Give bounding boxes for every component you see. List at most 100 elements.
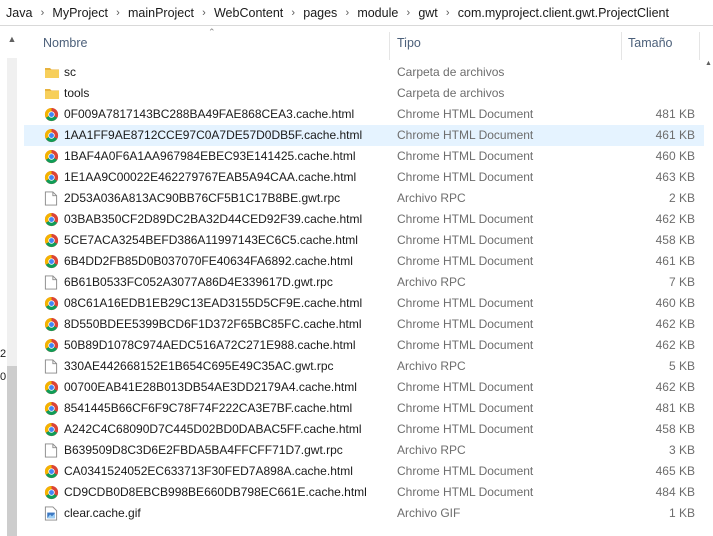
file-row[interactable]: 1E1AA9C00022E462279767EAB5A94CAA.cache.h… xyxy=(24,167,713,188)
file-type: Archivo RPC xyxy=(397,443,466,457)
chevron-right-icon[interactable]: › xyxy=(339,0,355,25)
nav-item-fragment[interactable]: 2 xyxy=(0,348,6,360)
file-name: 1AA1FF9AE8712CCE97C0A7DE57D0DB5F.cache.h… xyxy=(64,128,363,142)
breadcrumb-item[interactable]: MyProject xyxy=(50,6,110,20)
breadcrumb-item[interactable]: module xyxy=(355,6,400,20)
file-row[interactable]: 00700EAB41E28B013DB54AE3DD2179A4.cache.h… xyxy=(24,377,713,398)
vertical-scrollbar[interactable]: ▲ xyxy=(704,26,713,525)
file-type: Chrome HTML Document xyxy=(397,317,534,331)
chevron-right-icon[interactable]: › xyxy=(34,0,50,25)
file-row[interactable]: 2D53A036A813AC90BB76CF5B1C17B8BE.gwt.rpc… xyxy=(24,188,713,209)
file-icon xyxy=(44,443,60,458)
file-size: 460 KB xyxy=(655,296,695,310)
file-size xyxy=(622,62,695,83)
breadcrumb-item[interactable]: gwt xyxy=(416,6,439,20)
file-type: Chrome HTML Document xyxy=(397,338,534,352)
file-name: B639509D8C3D6E2FBDA5BA4FFCFF71D7.gwt.rpc xyxy=(64,443,343,457)
breadcrumb-item[interactable]: pages xyxy=(301,6,339,20)
file-type: Chrome HTML Document xyxy=(397,422,534,436)
file-row[interactable]: 1AA1FF9AE8712CCE97C0A7DE57D0DB5F.cache.h… xyxy=(24,125,713,146)
file-row[interactable]: B639509D8C3D6E2FBDA5BA4FFCFF71D7.gwt.rpc… xyxy=(24,440,713,461)
file-row[interactable]: tools Carpeta de archivos xyxy=(24,83,713,104)
folder-icon xyxy=(44,65,60,80)
column-divider[interactable] xyxy=(699,32,700,60)
file-row[interactable]: 03BAB350CF2D89DC2BA32D44CED92F39.cache.h… xyxy=(24,209,713,230)
column-divider[interactable] xyxy=(621,32,622,60)
chevron-right-icon[interactable]: › xyxy=(196,0,212,25)
chevron-up-icon[interactable]: ▲ xyxy=(6,34,18,44)
file-row[interactable]: CA0341524052EC633713F30FED7A898A.cache.h… xyxy=(24,461,713,482)
breadcrumb-item[interactable]: WebContent xyxy=(212,6,285,20)
chevron-right-icon[interactable]: › xyxy=(285,0,301,25)
file-name: CD9CDB0D8EBCB998BE660DB798EC661E.cache.h… xyxy=(64,485,367,499)
file-row[interactable]: 1BAF4A0F6A1AA967984EBEC93E141425.cache.h… xyxy=(24,146,713,167)
column-header-size[interactable]: Tamaño xyxy=(628,26,672,60)
file-type: Chrome HTML Document xyxy=(397,296,534,310)
chrome-html-icon xyxy=(44,485,60,500)
file-name: 0F009A7817143BC288BA49FAE868CEA3.cache.h… xyxy=(64,107,355,121)
chrome-html-icon xyxy=(44,422,60,437)
file-row[interactable]: A242C4C68090D7C445D02BD0DABAC5FF.cache.h… xyxy=(24,419,713,440)
file-name: 2D53A036A813AC90BB76CF5B1C17B8BE.gwt.rpc xyxy=(64,191,341,205)
chrome-html-icon xyxy=(44,233,60,248)
file-row[interactable]: 330AE442668152E1B654C695E49C35AC.gwt.rpc… xyxy=(24,356,713,377)
navigation-pane: ▲ 2 0 xyxy=(0,26,24,536)
file-size: 484 KB xyxy=(655,485,695,499)
nav-item-fragment[interactable]: 0 xyxy=(0,371,6,383)
chrome-html-icon xyxy=(44,380,60,395)
file-size: 5 KB xyxy=(668,359,695,373)
chevron-up-icon[interactable]: ▲ xyxy=(704,60,713,67)
file-row[interactable]: 8541445B66CF6F9C78F74F222CA3E7BF.cache.h… xyxy=(24,398,713,419)
file-row[interactable]: 6B61B0533FC052A3077A86D4E339617D.gwt.rpc… xyxy=(24,272,713,293)
file-type: Archivo RPC xyxy=(397,275,466,289)
file-type: Archivo RPC xyxy=(397,359,466,373)
chevron-right-icon[interactable]: › xyxy=(400,0,416,25)
file-type: Chrome HTML Document xyxy=(397,107,534,121)
column-header-type[interactable]: Tipo xyxy=(397,26,421,60)
file-icon xyxy=(44,275,60,290)
column-header-name[interactable]: Nombre xyxy=(43,26,87,60)
file-size: 463 KB xyxy=(655,170,695,184)
chrome-html-icon xyxy=(44,254,60,269)
file-type: Chrome HTML Document xyxy=(397,233,534,247)
file-name: 8D550BDEE5399BCD6F1D372F65BC85FC.cache.h… xyxy=(64,317,362,331)
file-size: 462 KB xyxy=(655,317,695,331)
file-name: A242C4C68090D7C445D02BD0DABAC5FF.cache.h… xyxy=(64,422,362,436)
file-type: Chrome HTML Document xyxy=(397,401,534,415)
file-name: 5CE7ACA3254BEFD386A11997143EC6C5.cache.h… xyxy=(64,233,358,247)
file-row[interactable]: sc Carpeta de archivos xyxy=(24,62,713,83)
breadcrumb-item[interactable]: com.myproject.client.gwt.ProjectClient xyxy=(456,6,671,20)
file-row[interactable]: CD9CDB0D8EBCB998BE660DB798EC661E.cache.h… xyxy=(24,482,713,503)
file-name: 1BAF4A0F6A1AA967984EBEC93E141425.cache.h… xyxy=(64,149,356,163)
file-row[interactable]: 08C61A16EDB1EB29C13EAD3155D5CF9E.cache.h… xyxy=(24,293,713,314)
breadcrumb-item[interactable]: Java xyxy=(4,6,34,20)
file-name: 00700EAB41E28B013DB54AE3DD2179A4.cache.h… xyxy=(64,380,357,394)
nav-scrollbar-thumb[interactable] xyxy=(7,366,17,536)
file-type: Chrome HTML Document xyxy=(397,485,534,499)
file-size: 461 KB xyxy=(655,128,695,142)
file-size: 461 KB xyxy=(655,254,695,268)
chrome-html-icon xyxy=(44,170,60,185)
file-size: 458 KB xyxy=(655,422,695,436)
file-row[interactable]: 6B4DD2FB85D0B037070FE40634FA6892.cache.h… xyxy=(24,251,713,272)
breadcrumb-item[interactable]: mainProject xyxy=(126,6,196,20)
chrome-html-icon xyxy=(44,296,60,311)
file-row[interactable]: 8D550BDEE5399BCD6F1D372F65BC85FC.cache.h… xyxy=(24,314,713,335)
file-row[interactable]: clear.cache.gifArchivo GIF1 KB2 xyxy=(24,503,713,524)
file-type: Chrome HTML Document xyxy=(397,212,534,226)
file-name: 8541445B66CF6F9C78F74F222CA3E7BF.cache.h… xyxy=(64,401,353,415)
column-divider[interactable] xyxy=(389,32,390,60)
file-size: 3 KB xyxy=(668,443,695,457)
folder-icon xyxy=(44,86,60,101)
file-size: 481 KB xyxy=(655,107,695,121)
file-row[interactable]: 50B89D1078C974AEDC516A72C271E988.cache.h… xyxy=(24,335,713,356)
file-row[interactable]: 5CE7ACA3254BEFD386A11997143EC6C5.cache.h… xyxy=(24,230,713,251)
file-type: Chrome HTML Document xyxy=(397,170,534,184)
file-name: 330AE442668152E1B654C695E49C35AC.gwt.rpc xyxy=(64,359,334,373)
file-name: sc xyxy=(64,65,76,79)
file-row[interactable]: 0F009A7817143BC288BA49FAE868CEA3.cache.h… xyxy=(24,104,713,125)
file-icon xyxy=(44,359,60,374)
chevron-right-icon[interactable]: › xyxy=(440,0,456,25)
chevron-right-icon[interactable]: › xyxy=(110,0,126,25)
column-header-row: ⌃ Nombre Tipo Tamaño F xyxy=(24,26,713,60)
